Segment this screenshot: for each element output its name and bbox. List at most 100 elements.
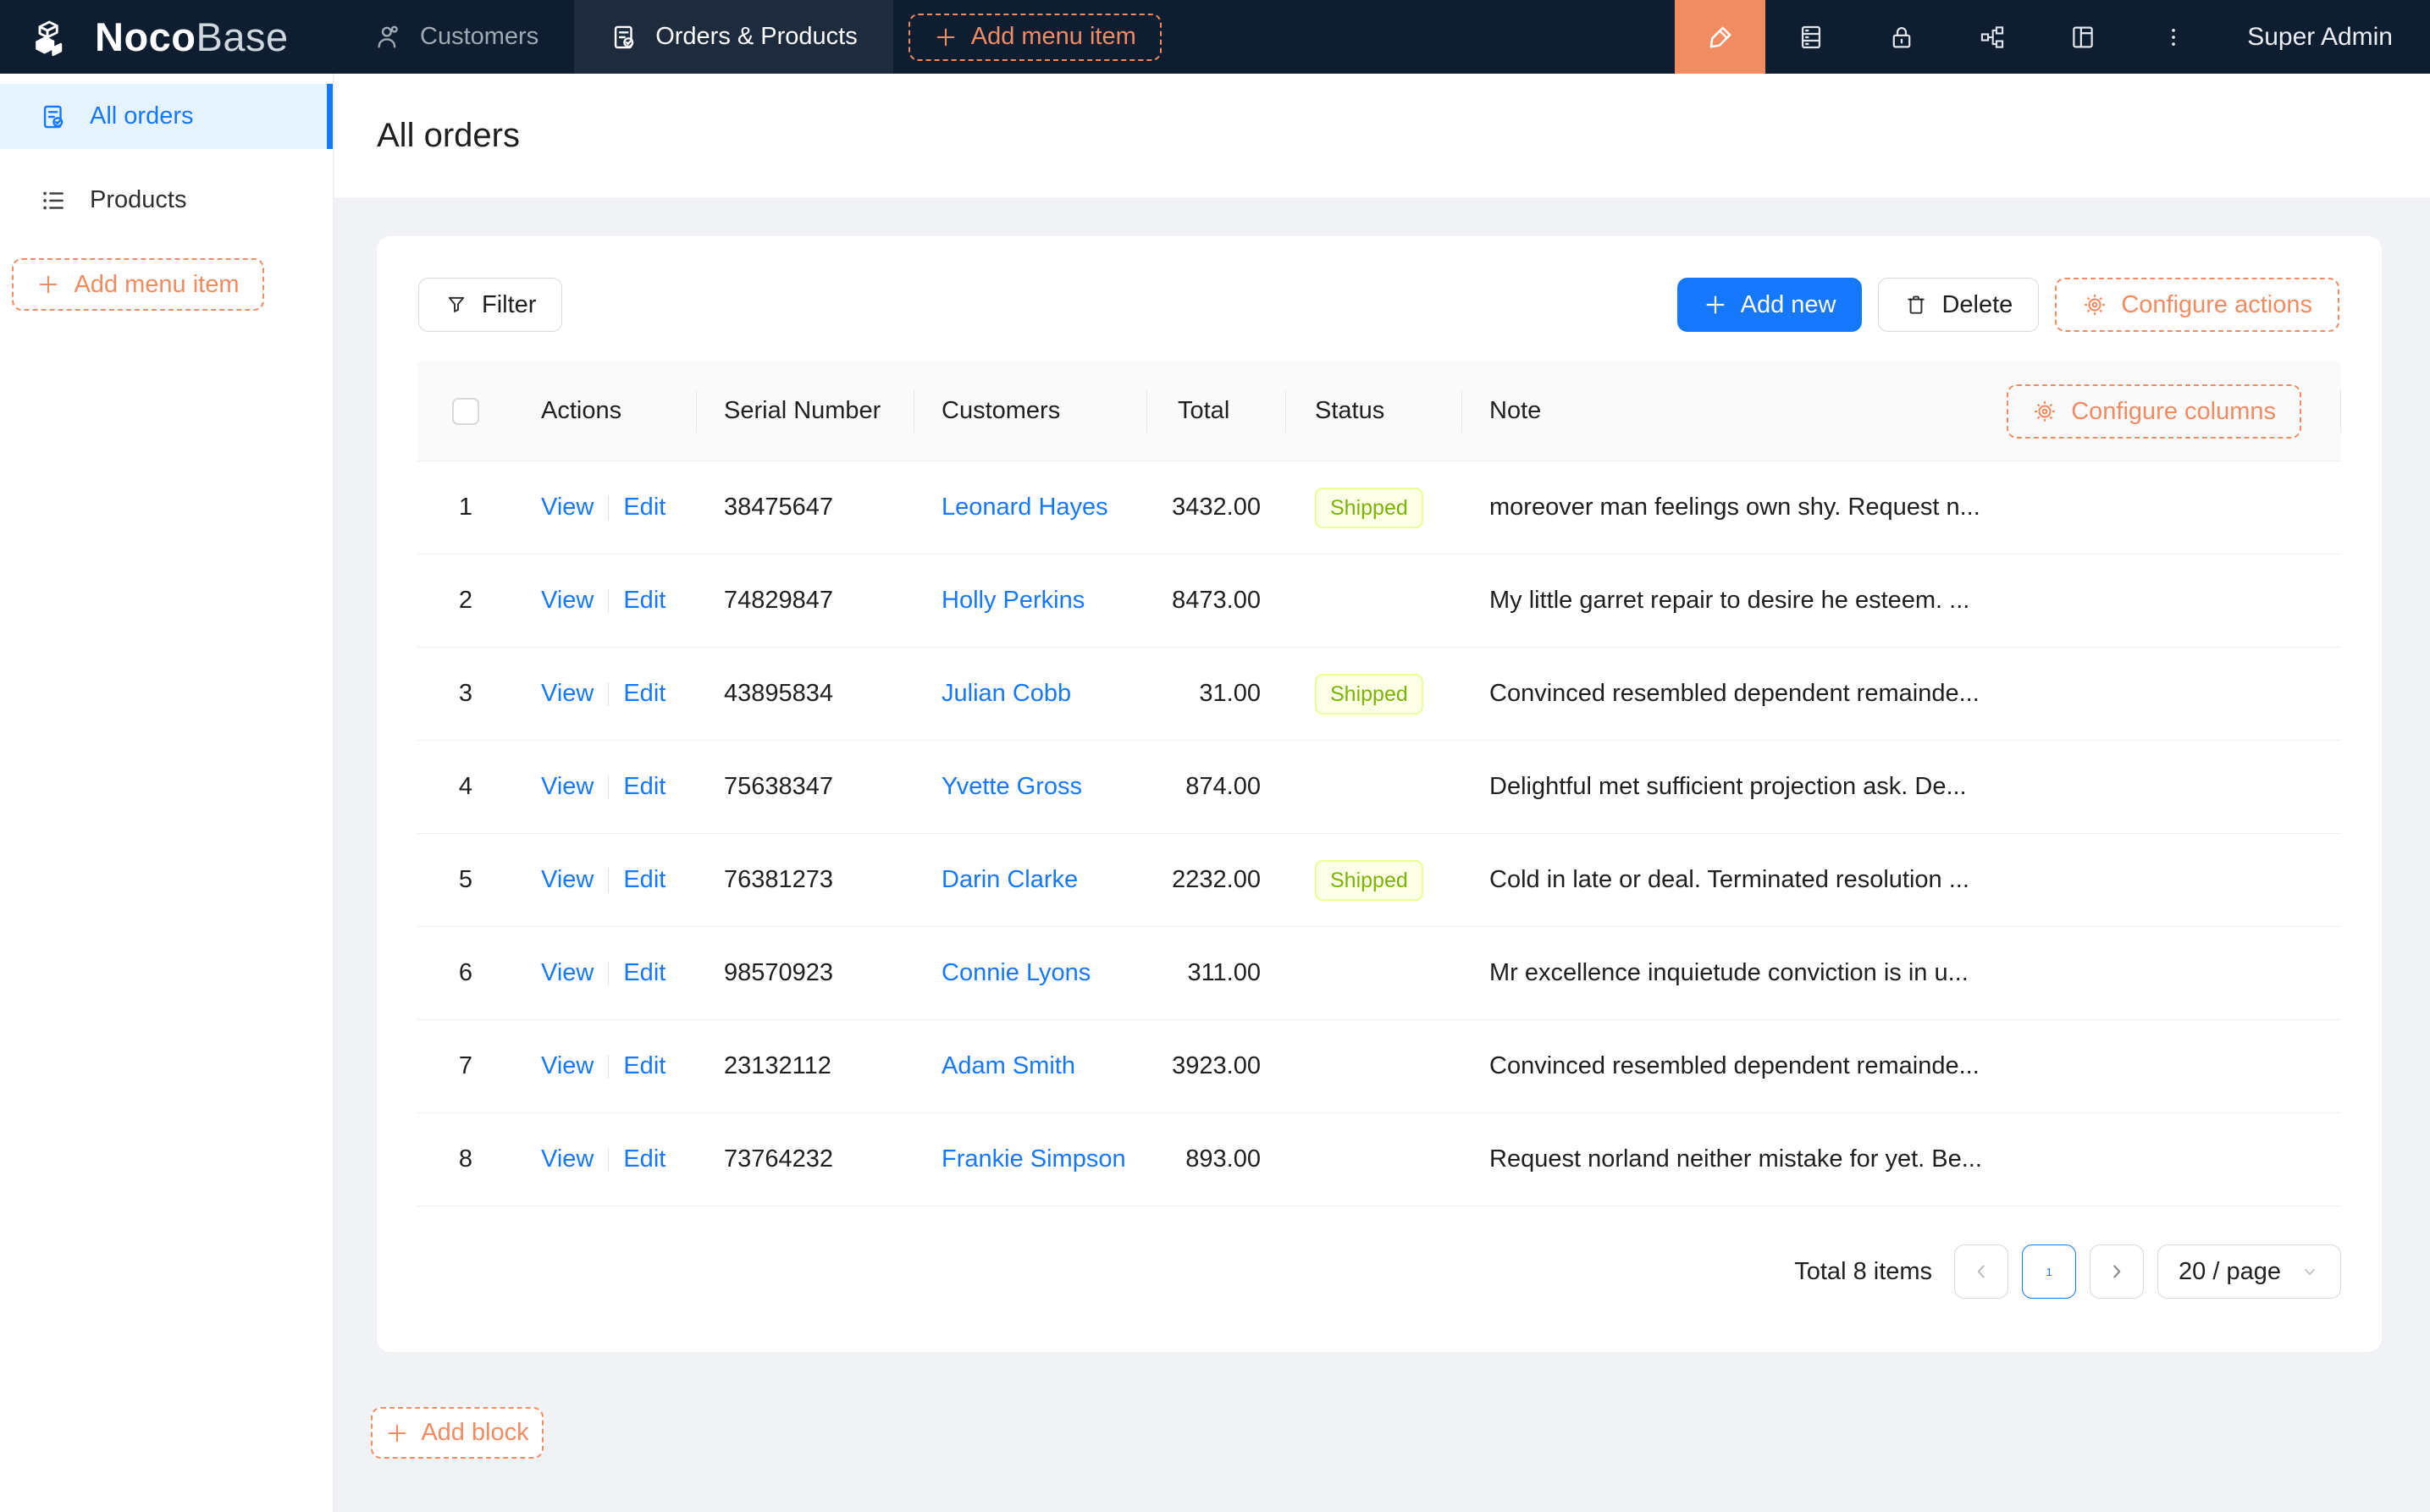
- action-divider: [608, 869, 609, 892]
- row-actions-cell: View Edit: [514, 773, 697, 801]
- nocobase-logo[interactable]: NocoBase: [0, 0, 339, 74]
- total-cell: 8473.00: [1147, 587, 1286, 615]
- sidebar-add-menu-item-button[interactable]: Add menu item: [12, 258, 264, 311]
- chevron-left-icon: [1970, 1261, 1992, 1283]
- edit-link[interactable]: Edit: [623, 1145, 665, 1173]
- add-block-label: Add block: [421, 1419, 528, 1447]
- customer-link[interactable]: Adam Smith: [942, 1052, 1075, 1080]
- customer-link[interactable]: Yvette Gross: [942, 773, 1082, 801]
- sidebar-item-label: All orders: [90, 102, 194, 130]
- workflow-icon: [1978, 23, 2007, 52]
- permissions-button[interactable]: [1856, 0, 1947, 74]
- sidebar-item-products[interactable]: Products: [0, 168, 333, 233]
- page-size-value: 20 / page: [2179, 1258, 2281, 1286]
- row-index: 7: [417, 1052, 514, 1080]
- view-link[interactable]: View: [541, 1052, 594, 1080]
- view-link[interactable]: View: [541, 494, 594, 521]
- view-link[interactable]: View: [541, 959, 594, 987]
- configure-actions-button[interactable]: Configure actions: [2055, 278, 2339, 332]
- pagination-prev-button[interactable]: [1954, 1244, 2008, 1299]
- more-button[interactable]: [2128, 0, 2218, 74]
- view-link[interactable]: View: [541, 866, 594, 894]
- note-cell: Mr excellence inquietude conviction is i…: [1462, 959, 2341, 987]
- customer-cell: Adam Smith: [914, 1052, 1147, 1080]
- layout-button[interactable]: [2037, 0, 2128, 74]
- edit-link[interactable]: Edit: [623, 680, 665, 708]
- status-badge: Shipped: [1315, 674, 1423, 715]
- column-header-actions: Actions: [514, 361, 697, 461]
- action-divider: [608, 775, 609, 799]
- orders-table: Actions Serial Number Customers Total St…: [417, 361, 2341, 1206]
- edit-link[interactable]: Edit: [623, 866, 665, 894]
- view-link[interactable]: View: [541, 587, 594, 615]
- select-all-checkbox[interactable]: [452, 398, 479, 425]
- chevron-down-icon: [2300, 1261, 2320, 1282]
- serial-number-cell: 38475647: [697, 494, 914, 521]
- customer-link[interactable]: Darin Clarke: [942, 866, 1078, 894]
- customer-link[interactable]: Frankie Simpson: [942, 1145, 1126, 1173]
- pagination-total: Total 8 items: [1794, 1258, 1932, 1286]
- pagination-next-button[interactable]: [2090, 1244, 2144, 1299]
- sidebar-item-all-orders[interactable]: All orders: [0, 84, 333, 149]
- filter-button[interactable]: Filter: [418, 278, 562, 332]
- serial-number-cell: 75638347: [697, 773, 914, 801]
- view-link[interactable]: View: [541, 1145, 594, 1173]
- action-divider: [608, 496, 609, 520]
- configure-actions-label: Configure actions: [2121, 291, 2312, 319]
- view-link[interactable]: View: [541, 680, 594, 708]
- nav-add-menu-item-label: Add menu item: [971, 23, 1136, 51]
- column-header-customers: Customers: [914, 361, 1147, 461]
- view-link[interactable]: View: [541, 773, 594, 801]
- edit-link[interactable]: Edit: [623, 773, 665, 801]
- ui-editor-button[interactable]: [1675, 0, 1765, 74]
- serial-number-cell: 73764232: [697, 1145, 914, 1173]
- customer-link[interactable]: Connie Lyons: [942, 959, 1091, 987]
- collections-button[interactable]: [1765, 0, 1856, 74]
- row-actions-cell: View Edit: [514, 587, 697, 615]
- trash-icon: [1904, 293, 1928, 317]
- row-index: 5: [417, 866, 514, 894]
- pagination-page-1[interactable]: 1: [2022, 1244, 2076, 1299]
- column-header-serial-number: Serial Number: [697, 361, 914, 461]
- total-cell: 31.00: [1147, 680, 1286, 708]
- delete-button[interactable]: Delete: [1878, 278, 2039, 332]
- column-header-total: Total: [1147, 361, 1286, 461]
- layout-panel-icon: [2068, 23, 2097, 52]
- row-actions-cell: View Edit: [514, 1052, 697, 1080]
- edit-link[interactable]: Edit: [623, 1052, 665, 1080]
- add-block-button[interactable]: Add block: [371, 1407, 544, 1459]
- page-size-select[interactable]: 20 / page: [2157, 1244, 2341, 1299]
- customer-link[interactable]: Leonard Hayes: [942, 494, 1108, 521]
- action-divider: [608, 1148, 609, 1172]
- nav-tab-customers[interactable]: Customers: [339, 0, 574, 74]
- table-row: 3 View Edit 43895834 Julian Cobb 31.00 S…: [417, 648, 2341, 741]
- customer-link[interactable]: Julian Cobb: [942, 680, 1071, 708]
- edit-link[interactable]: Edit: [623, 587, 665, 615]
- action-divider: [608, 589, 609, 613]
- filter-icon: [445, 293, 468, 317]
- select-all-cell: [417, 361, 514, 461]
- row-index: 1: [417, 494, 514, 521]
- action-divider: [608, 962, 609, 985]
- edit-link[interactable]: Edit: [623, 959, 665, 987]
- table-row: 7 View Edit 23132112 Adam Smith 3923.00 …: [417, 1020, 2341, 1113]
- table-body: 1 View Edit 38475647 Leonard Hayes 3432.…: [417, 461, 2341, 1206]
- sidebar-add-menu-item-label: Add menu item: [74, 271, 239, 299]
- nav-add-menu-item-button[interactable]: Add menu item: [908, 14, 1162, 61]
- user-menu[interactable]: Super Admin: [2218, 23, 2430, 52]
- nav-tab-orders-products[interactable]: Orders & Products: [574, 0, 893, 74]
- add-new-button[interactable]: Add new: [1677, 278, 1863, 332]
- workflow-button[interactable]: [1947, 0, 2037, 74]
- row-actions-cell: View Edit: [514, 1145, 697, 1173]
- main-content: All orders Filter Add new: [334, 74, 2430, 1512]
- plus-icon: [36, 273, 60, 296]
- brand-name: NocoBase: [95, 14, 289, 60]
- chevron-right-icon: [2106, 1261, 2128, 1283]
- customer-cell: Holly Perkins: [914, 587, 1147, 615]
- customer-link[interactable]: Holly Perkins: [942, 587, 1085, 615]
- nav-tab-label: Orders & Products: [655, 23, 858, 51]
- status-badge: Shipped: [1315, 860, 1423, 901]
- configure-columns-label: Configure columns: [2071, 398, 2276, 426]
- configure-columns-button[interactable]: Configure columns: [2007, 384, 2301, 439]
- edit-link[interactable]: Edit: [623, 494, 665, 521]
